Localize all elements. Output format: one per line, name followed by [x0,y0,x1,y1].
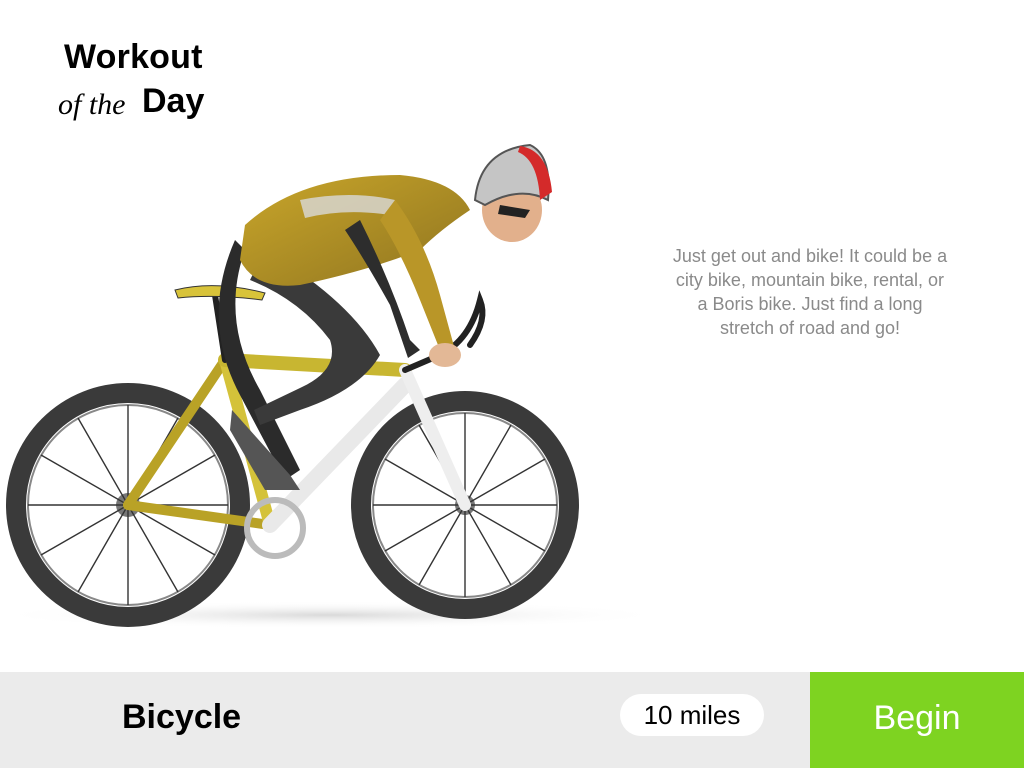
logo-word-day: Day [142,82,205,120]
distance-badge: 10 miles [620,694,764,736]
bike-frame [123,285,486,559]
begin-button[interactable]: Begin [810,672,1024,768]
activity-name: Bicycle [122,698,242,736]
workout-action-bar: Bicycle 10 miles Begin [0,672,1024,768]
logo-script-of-the: of the [58,88,126,121]
workout-of-the-day-logo: Workout of the Day [56,38,226,128]
workout-description: Just get out and bike! It could be a cit… [672,246,948,338]
cyclist-hero-image [0,130,680,630]
cyclist-illustration [0,143,670,629]
logo-word-workout: Workout [64,38,203,76]
